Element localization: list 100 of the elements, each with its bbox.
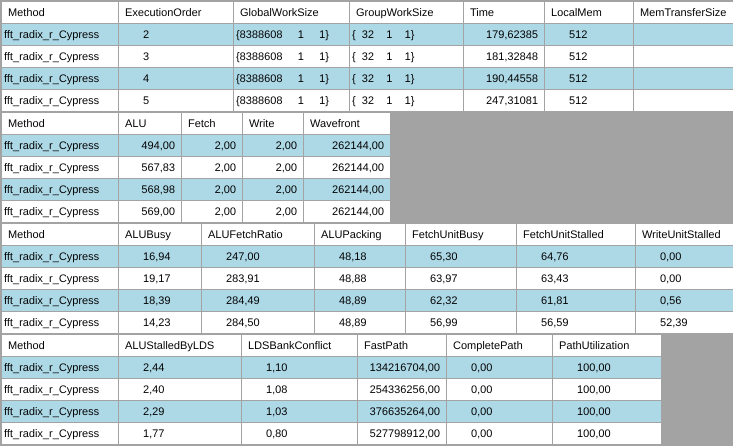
column-header[interactable]: ALUStalledByLDS: [119, 335, 241, 356]
table-cell: fft_radix_r_Cypress: [2, 24, 118, 45]
column-header[interactable]: GlobalWorkSize: [234, 2, 349, 23]
table-cell: 2,00: [182, 157, 242, 178]
table-cell: 3: [119, 46, 233, 67]
column-header[interactable]: Time: [464, 2, 544, 23]
table-cell: 568,98: [119, 179, 181, 200]
table-cell: 48,89: [315, 290, 405, 311]
table-cell: 262144,00: [304, 135, 390, 156]
table-cell: 567,83: [119, 157, 181, 178]
column-header[interactable]: WriteUnitStalled: [636, 224, 733, 245]
table-cell: 19,17: [119, 268, 201, 289]
table-cell: 262144,00: [304, 201, 390, 222]
column-header[interactable]: Method: [2, 2, 118, 23]
column-header[interactable]: PathUtilization: [553, 335, 661, 356]
table-cell: 0,00: [447, 357, 552, 378]
table-cell: 0,56: [636, 290, 733, 311]
table-cell: { 32 1 1}: [350, 90, 463, 111]
column-header[interactable]: GroupWorkSize: [350, 2, 463, 23]
table-cell: 14,23: [119, 312, 201, 333]
table-cell: fft_radix_r_Cypress: [2, 246, 118, 267]
table-cell: 0,00: [447, 379, 552, 400]
table-cell: fft_radix_r_Cypress: [2, 201, 118, 222]
table-cell: 284,50: [202, 312, 314, 333]
table-cell: {8388608 1 1}: [234, 90, 349, 111]
table-cell: 56,99: [406, 312, 516, 333]
table-cell: fft_radix_r_Cypress: [2, 290, 118, 311]
column-header[interactable]: LocalMem: [545, 2, 633, 23]
table-cell: fft_radix_r_Cypress: [2, 379, 118, 400]
table-cell: 512: [545, 68, 633, 89]
table-cell: 179,62385: [464, 24, 544, 45]
table-cell: 61,81: [517, 290, 635, 311]
column-header[interactable]: MemTransferSize: [634, 2, 733, 23]
table-cell: 4: [119, 68, 233, 89]
column-header[interactable]: LDSBankConflict: [242, 335, 357, 356]
table-cell: 52,39: [636, 312, 733, 333]
table-cell: { 32 1 1}: [350, 46, 463, 67]
table-cell: 1,10: [242, 357, 357, 378]
table-cell: 2,00: [182, 179, 242, 200]
table-cell: 65,30: [406, 246, 516, 267]
table-cell: 1,03: [242, 401, 357, 422]
table-cell: fft_radix_r_Cypress: [2, 179, 118, 200]
table-cell: 2,00: [182, 135, 242, 156]
table-cell: 100,00: [553, 379, 661, 400]
table-cell: {8388608 1 1}: [234, 68, 349, 89]
table-cell: 2,00: [243, 157, 303, 178]
table-cell: 376635264,00: [358, 401, 446, 422]
table-cell: 181,32848: [464, 46, 544, 67]
table-cell: 0,00: [636, 268, 733, 289]
column-header[interactable]: FastPath: [358, 335, 446, 356]
table-cell: 247,00: [202, 246, 314, 267]
column-header[interactable]: CompletePath: [447, 335, 552, 356]
table-cell: 512: [545, 90, 633, 111]
column-header[interactable]: ALU: [119, 113, 181, 134]
column-header[interactable]: ALUPacking: [315, 224, 405, 245]
table-cell: 134216704,00: [358, 357, 446, 378]
table-cell: 0,00: [447, 401, 552, 422]
table-cell: 2,29: [119, 401, 241, 422]
table-cell: 262144,00: [304, 157, 390, 178]
column-header[interactable]: FetchUnitStalled: [517, 224, 635, 245]
table-cell: 247,31081: [464, 90, 544, 111]
column-header[interactable]: Method: [2, 335, 118, 356]
column-header[interactable]: ExecutionOrder: [119, 2, 233, 23]
table-cell: 63,43: [517, 268, 635, 289]
table-cell: 2,00: [243, 179, 303, 200]
table-cell: fft_radix_r_Cypress: [2, 357, 118, 378]
table-cell: 254336256,00: [358, 379, 446, 400]
table-cell: 494,00: [119, 135, 181, 156]
table-cell: { 32 1 1}: [350, 24, 463, 45]
table-cell: 2,00: [243, 135, 303, 156]
column-header[interactable]: ALUBusy: [119, 224, 201, 245]
column-header[interactable]: Wavefront: [304, 113, 390, 134]
table-cell: {8388608 1 1}: [234, 46, 349, 67]
column-header[interactable]: Method: [2, 224, 118, 245]
table-cell: 0,80: [242, 423, 357, 444]
column-header[interactable]: Method: [2, 113, 118, 134]
table-cell: 0,00: [636, 246, 733, 267]
column-header[interactable]: ALUFetchRatio: [202, 224, 314, 245]
table-cell: fft_radix_r_Cypress: [2, 157, 118, 178]
table-cell: 5: [119, 90, 233, 111]
column-header[interactable]: Fetch: [182, 113, 242, 134]
table-cell: 1,08: [242, 379, 357, 400]
table-cell: 2,44: [119, 357, 241, 378]
table-cell: 0,00: [447, 423, 552, 444]
table-cell: 48,18: [315, 246, 405, 267]
table-cell: 512: [545, 46, 633, 67]
table-cell: 2,40: [119, 379, 241, 400]
table-cell: 62,32: [406, 290, 516, 311]
table-cell: 1,77: [119, 423, 241, 444]
table-cell: 284,49: [202, 290, 314, 311]
column-header[interactable]: Write: [243, 113, 303, 134]
table-cell: fft_radix_r_Cypress: [2, 90, 118, 111]
table-cell: fft_radix_r_Cypress: [2, 401, 118, 422]
table-cell: 527798912,00: [358, 423, 446, 444]
table-cell: 2,00: [243, 201, 303, 222]
table-cell: 48,89: [315, 312, 405, 333]
table-cell: 16,94: [119, 246, 201, 267]
column-header[interactable]: FetchUnitBusy: [406, 224, 516, 245]
table-cell: fft_radix_r_Cypress: [2, 46, 118, 67]
table-cell: 63,97: [406, 268, 516, 289]
